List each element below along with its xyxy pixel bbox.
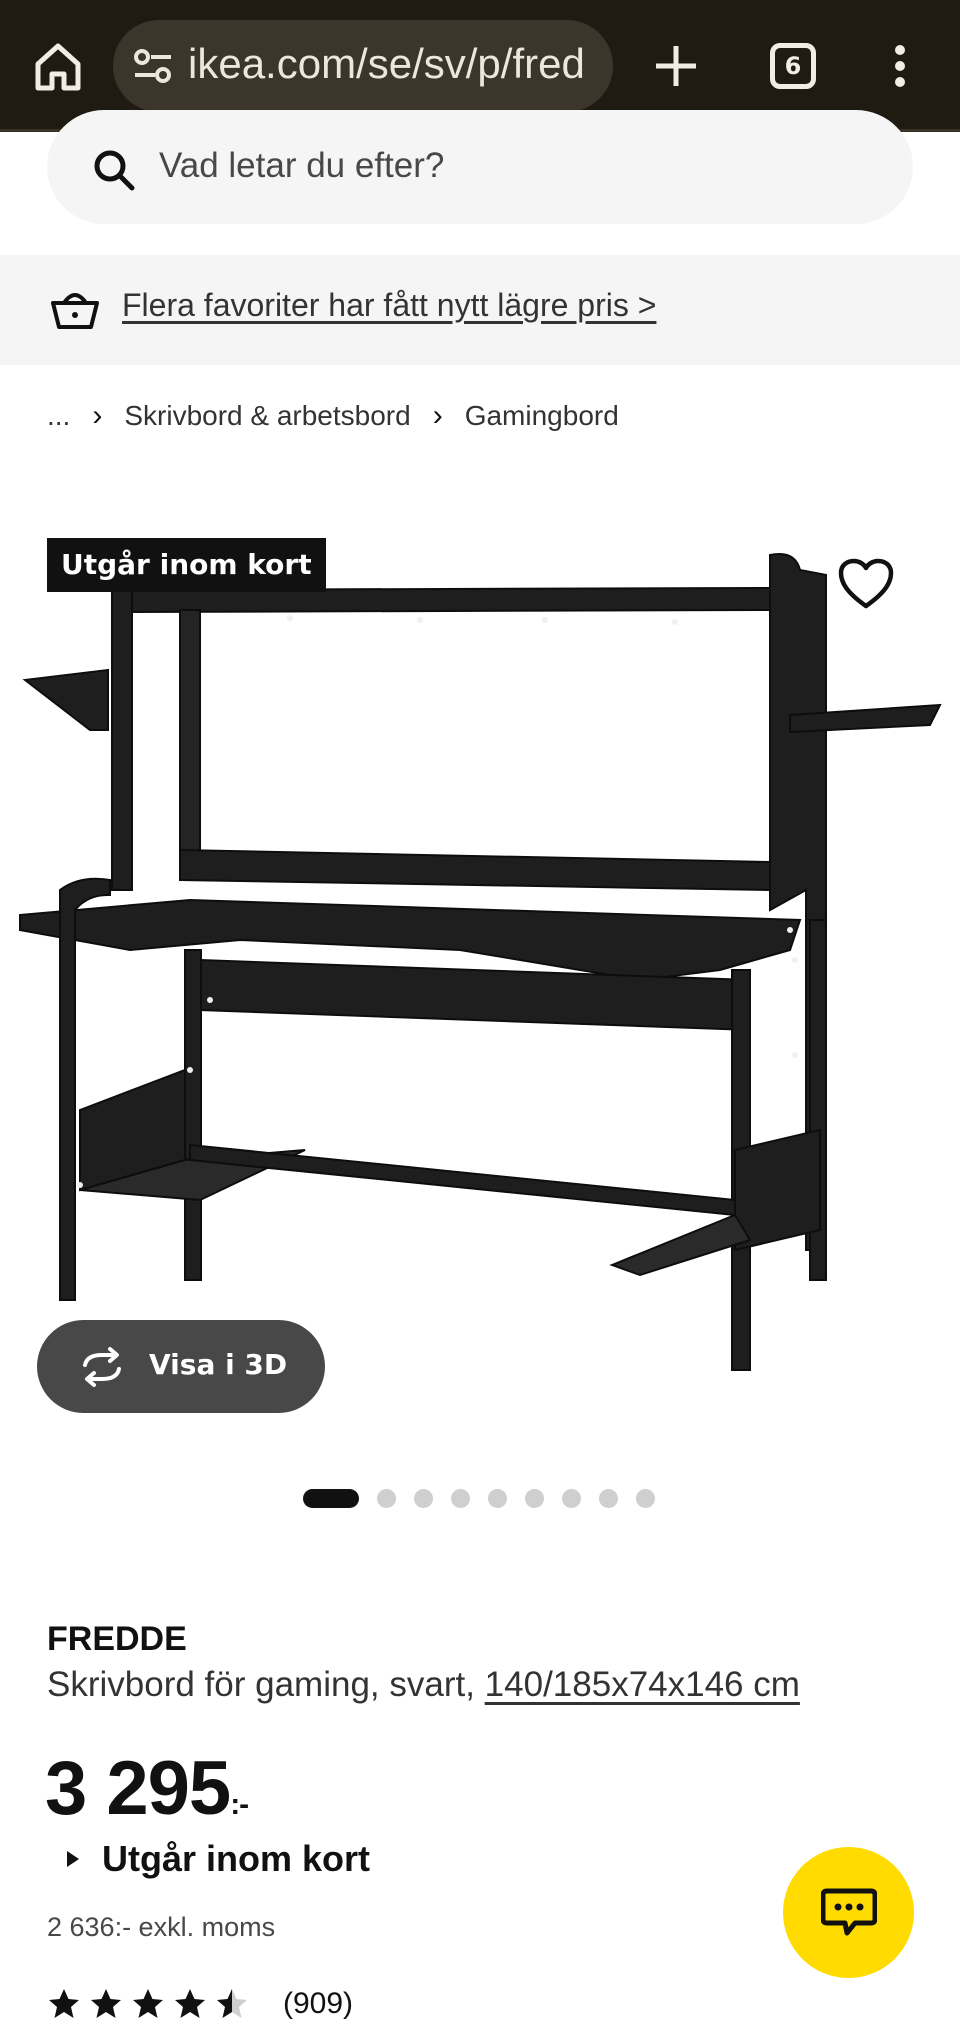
search-icon (94, 150, 135, 191)
site-settings-icon[interactable] (133, 48, 173, 84)
breadcrumb-ellipsis[interactable]: ... (47, 400, 70, 432)
product-image[interactable] (0, 470, 960, 1430)
carousel-dot[interactable] (377, 1488, 396, 1508)
product-name: FREDDE (47, 1620, 187, 1658)
carousel-dot[interactable] (451, 1488, 470, 1508)
product-rating[interactable]: (909) (47, 1984, 353, 2024)
more-icon[interactable] (890, 44, 910, 88)
basket-icon (51, 293, 99, 329)
tabs-icon[interactable]: 6 (770, 43, 816, 89)
availability-text: Utgår inom kort (102, 1838, 371, 1879)
carousel-dot[interactable] (303, 1488, 359, 1508)
rating-stars (47, 1987, 257, 2021)
chat-button[interactable] (783, 1847, 914, 1978)
image-carousel-indicator (303, 1487, 673, 1509)
breadcrumb-item-gaming-desks[interactable]: Gamingbord (465, 400, 619, 432)
chevron-right-icon: › (92, 399, 103, 432)
price-excl-vat: 2 636:- exkl. moms (47, 1912, 276, 1942)
caret-right-icon (67, 1851, 79, 1867)
star-half-icon (217, 1989, 247, 2018)
address-bar[interactable]: ikea.com/se/sv/p/fred (113, 20, 613, 112)
star-icon (133, 1989, 163, 2018)
carousel-dot[interactable] (488, 1488, 507, 1508)
search-placeholder: Vad letar du efter? (159, 146, 445, 185)
plus-icon[interactable] (650, 38, 702, 94)
view-in-3d-label: Visa i 3D (149, 1348, 288, 1381)
carousel-dot[interactable] (636, 1488, 655, 1508)
search-bar[interactable]: Vad letar du efter? (47, 110, 913, 224)
carousel-dot[interactable] (525, 1488, 544, 1508)
star-icon (175, 1989, 205, 2018)
carousel-dot[interactable] (414, 1488, 433, 1508)
availability-toggle[interactable]: Utgår inom kort (67, 1838, 370, 1880)
carousel-dot[interactable] (562, 1488, 581, 1508)
breadcrumb: ... › Skrivbord & arbetsbord › Gamingbor… (47, 396, 619, 436)
carousel-dot[interactable] (599, 1488, 618, 1508)
star-icon (49, 1989, 79, 2018)
view-in-3d-button[interactable]: Visa i 3D (37, 1320, 325, 1413)
price-suffix: :- (230, 1788, 249, 1821)
heart-icon[interactable] (838, 558, 894, 610)
product-description: Skrivbord för gaming, svart, 140/185x74x… (47, 1665, 800, 1705)
chevron-right-icon: › (432, 399, 443, 432)
rotate-3d-icon (83, 1347, 121, 1387)
star-icon (91, 1989, 121, 2018)
price-value: 3 295 (45, 1746, 231, 1831)
review-count: (909) (283, 1987, 354, 2020)
url-text: ikea.com/se/sv/p/fred (188, 40, 585, 87)
product-type: Skrivbord för gaming, svart, (47, 1665, 475, 1704)
status-badge: Utgår inom kort (47, 538, 326, 592)
promo-link[interactable]: Flera favoriter har fått nytt lägre pris… (122, 287, 656, 324)
product-dimensions-link[interactable]: 140/185x74x146 cm (485, 1665, 800, 1704)
promo-banner: Flera favoriter har fått nytt lägre pris… (0, 255, 960, 365)
product-price: 3 295:- (45, 1745, 249, 1832)
home-icon[interactable] (30, 38, 86, 94)
chat-icon (821, 1888, 877, 1936)
breadcrumb-item-desks[interactable]: Skrivbord & arbetsbord (124, 400, 410, 432)
